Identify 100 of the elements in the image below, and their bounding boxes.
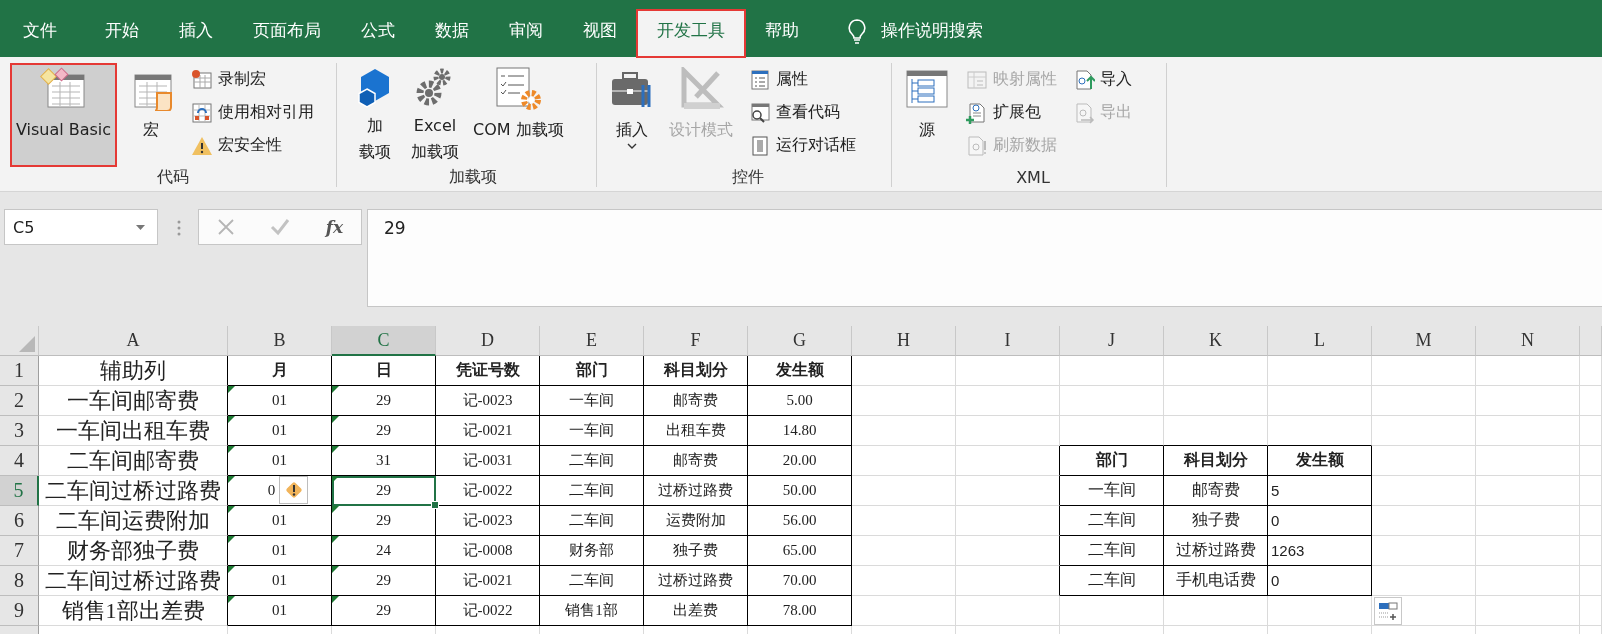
group-label: 加载项	[447, 167, 498, 188]
table-cell: 0	[1271, 572, 1280, 589]
ribbon-tab[interactable]: 开发工具	[637, 10, 745, 57]
ribbon-button[interactable]: 运行对话框	[745, 129, 860, 162]
table-cell: 记-0023	[462, 511, 513, 530]
header-cell-text: 科目划分	[1183, 450, 1248, 470]
table-cell-text: 财务部独子费	[67, 536, 199, 565]
row-header[interactable]: 8	[0, 566, 39, 596]
header-cell-text: 日	[375, 360, 392, 380]
ribbon-tab[interactable]: 数据	[415, 10, 489, 57]
table-list-icon	[966, 68, 988, 91]
column-header[interactable]: N	[1476, 326, 1580, 356]
list-icon	[749, 68, 771, 91]
ribbon-tab[interactable]: 开始	[85, 10, 159, 57]
row-header[interactable]: 2	[0, 386, 39, 416]
table-cell: 出租车费	[665, 421, 726, 440]
record-sheet-icon	[191, 68, 213, 91]
insert-function-button[interactable]: fx	[325, 217, 344, 237]
error-options-button[interactable]	[279, 476, 308, 504]
cancel-icon[interactable]	[216, 218, 235, 236]
table-cell: 70.00	[782, 572, 817, 589]
ribbon-tab[interactable]: 页面布局	[233, 10, 341, 57]
ribbon-tab[interactable]: 审阅	[489, 10, 563, 57]
column-header[interactable]: I	[956, 326, 1060, 356]
table-cell: 一车间	[569, 391, 614, 410]
row-header[interactable]: 3	[0, 416, 39, 446]
column-header[interactable]: K	[1164, 326, 1268, 356]
select-all-icon[interactable]	[19, 336, 35, 352]
ribbon-button[interactable]: 宏安全性	[187, 129, 318, 162]
row-header[interactable]: 4	[0, 446, 39, 476]
column-header[interactable]: D	[436, 326, 540, 356]
empty-cell[interactable]	[956, 536, 1060, 566]
ribbon-button[interactable]: 录制宏	[187, 63, 318, 96]
table-cell: 14.80	[782, 422, 817, 439]
name-box[interactable]: C5	[4, 209, 158, 245]
ribbon-button[interactable]: 导入	[1069, 63, 1136, 96]
ribbon-button[interactable]: 查看代码	[745, 96, 860, 129]
tell-me-search[interactable]: 操作说明搜索	[819, 10, 983, 57]
empty-cell[interactable]	[956, 476, 1060, 506]
table-cell: 二车间	[569, 481, 614, 500]
caret-icon	[136, 224, 145, 230]
ribbon-tab[interactable]: 帮助	[745, 10, 819, 57]
column-header[interactable]: C	[332, 326, 436, 356]
table-cell: 65.00	[782, 542, 817, 559]
table-cell: 29	[376, 512, 391, 529]
header-cell-text: 凭证号数	[455, 360, 520, 380]
tree-panel-icon	[904, 67, 950, 111]
empty-cell[interactable]	[956, 446, 1060, 476]
table-cell-text: 销售1部出差费	[61, 596, 205, 625]
table-cell: 29	[376, 482, 391, 499]
ribbon-button[interactable]: 宏	[123, 63, 179, 167]
column-header[interactable]: J	[1060, 326, 1164, 356]
ribbon-button[interactable]: 扩展包	[962, 96, 1061, 129]
column-header[interactable]	[1580, 326, 1602, 356]
row-header[interactable]: 6	[0, 506, 39, 536]
table-cell: 二车间	[569, 571, 614, 590]
ribbon-button[interactable]: 属性	[745, 63, 860, 96]
paste-options-button[interactable]	[1374, 597, 1402, 625]
table-cell: 29	[376, 572, 391, 589]
column-header[interactable]: H	[852, 326, 956, 356]
row-header[interactable]: 1	[0, 356, 39, 386]
column-header[interactable]: E	[540, 326, 644, 356]
ribbon-button[interactable]: 使用相对引用	[187, 96, 318, 129]
table-cell: 01	[272, 422, 287, 439]
empty-cell[interactable]	[956, 506, 1060, 536]
row-header[interactable]: 5	[0, 476, 39, 506]
ribbon-tab[interactable]: 文件	[3, 10, 77, 57]
formula-field[interactable]: 29	[367, 209, 1602, 307]
checkmark-icon[interactable]	[270, 218, 291, 236]
column-header[interactable]: F	[644, 326, 748, 356]
column-header[interactable]: G	[748, 326, 852, 356]
empty-cell[interactable]	[956, 566, 1060, 596]
column-header[interactable]: A	[39, 326, 228, 356]
table-cell-text: 二车间运费附加	[56, 506, 210, 535]
table-cell: 24	[376, 542, 391, 559]
table-cell: 记-0021	[462, 421, 513, 440]
ribbon-tab[interactable]: 公式	[341, 10, 415, 57]
document-arrow-icon	[1073, 101, 1095, 124]
ribbon-tab[interactable]: 插入	[159, 10, 233, 57]
ribbon-button[interactable]: Excel 加载项	[407, 63, 463, 167]
table-cell: 29	[376, 392, 391, 409]
column-header[interactable]: B	[228, 326, 332, 356]
table-cell-text: 二车间	[1087, 570, 1136, 590]
ribbon-button[interactable]: 源	[900, 63, 954, 167]
ribbon-button[interactable]: Visual Basic	[10, 63, 117, 167]
grip-icon	[177, 219, 181, 237]
table-cell: 0	[1271, 512, 1280, 529]
ribbon-tab[interactable]: 视图	[563, 10, 637, 57]
table-cell-text: 辅助列	[100, 356, 166, 385]
column-header[interactable]: M	[1372, 326, 1476, 356]
column-header[interactable]: L	[1268, 326, 1372, 356]
fill-handle[interactable]	[431, 501, 439, 509]
ribbon-button[interactable]: COM 加载项	[469, 63, 568, 167]
row-header[interactable]: 7	[0, 536, 39, 566]
ribbon-button[interactable]: 插入	[605, 63, 659, 167]
table-cell: 二车间	[569, 511, 614, 530]
table-cell: 销售1部	[565, 601, 618, 620]
header-cell-text: 科目划分	[663, 360, 728, 380]
ribbon-button[interactable]: 加 载项	[349, 63, 401, 167]
row-header[interactable]: 9	[0, 596, 39, 626]
